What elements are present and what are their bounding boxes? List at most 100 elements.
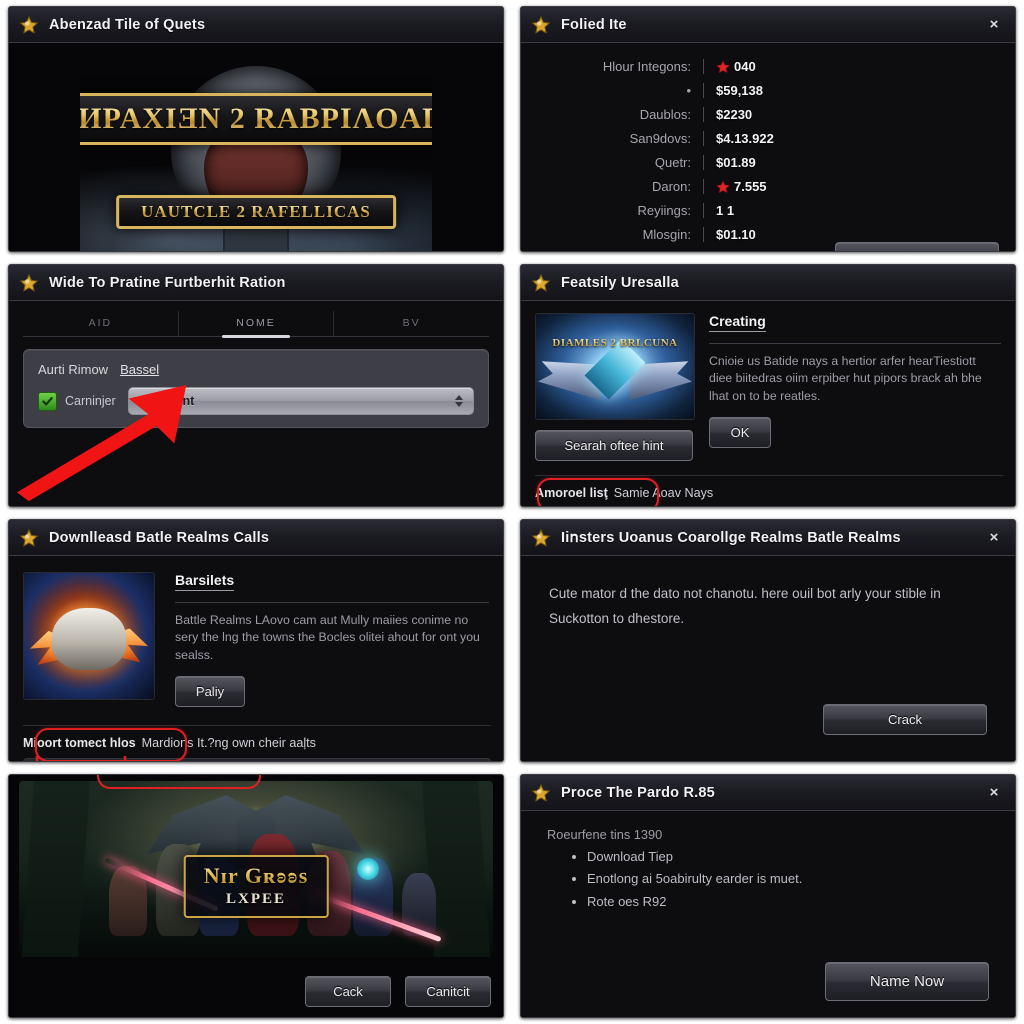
banner-sub-title: UAUTCLE 2 RAFELLICAS xyxy=(116,194,396,229)
panel-title: Downlleasd Batle Realms Calls xyxy=(49,529,270,546)
download-sublist: Mioort tomect hlos Mardions It.?ng own c… xyxy=(23,725,491,761)
stat-label: Hlour Integons: xyxy=(602,59,691,74)
titlebar-download: Downlleasd Batle Realms Calls xyxy=(9,520,503,556)
search-hint-button[interactable]: Searah oftee hint xyxy=(535,430,693,461)
requirements-list: Download Tiep Enotlong ai 5oabirulty ear… xyxy=(547,846,989,913)
cell-folded: Folied Ite × Hlour Integons: 040 • $59,1… xyxy=(512,0,1024,258)
sublist-heading-rest: Mardions It.?ng own cheir aaļts xyxy=(141,736,316,751)
tab-aid[interactable]: AID xyxy=(23,311,178,336)
cell-artwork: Nɪr Gʀʚʚs LXPEE Cack Canitcit xyxy=(0,768,512,1024)
star-badge-icon xyxy=(19,15,39,35)
star-badge-icon xyxy=(531,273,551,293)
stat-label: Reyiings: xyxy=(637,203,691,218)
client-select[interactable]: Adti Ciint xyxy=(127,387,474,415)
stat-row: • $59,138 xyxy=(535,83,1001,98)
panel-artwork: Nɪr Gʀʚʚs LXPEE Cack Canitcit xyxy=(8,774,504,1018)
ok-button[interactable]: OK xyxy=(709,417,771,449)
stat-label: Daron: xyxy=(651,179,691,194)
thumbnail-logo-text: DIAMLES 2 BRLCUNA xyxy=(552,337,678,350)
close-icon[interactable]: × xyxy=(983,17,1005,32)
artwork-logo-line1: Nɪr Gʀʚʚs xyxy=(203,862,309,888)
uresalla-sublist: Amoroel lisţ Samie Aoav Nays Mlour Rdard xyxy=(535,475,1003,506)
sublist-heading: Amoroel lisţ Samie Aoav Nays xyxy=(535,486,1003,500)
star-badge-icon xyxy=(19,273,39,293)
quest-banner-image: IИPAXIƎN 2 RABPIΛOAП UAUTCLE 2 RAFELLICA… xyxy=(9,43,503,251)
select-value: Adti Ciint xyxy=(138,394,195,408)
body-uresalla: DIAMLES 2 BRLCUNA Searah oftee hint Crea… xyxy=(521,301,1015,506)
stat-value: $59,138 xyxy=(716,83,763,98)
red-star-icon xyxy=(716,179,730,193)
sublist-heading: Mioort tomect hlos Mardions It.?ng own c… xyxy=(23,736,491,750)
clack-button[interactable]: Clack xyxy=(835,242,999,251)
stats-list: Hlour Integons: 040 • $59,138 Daublos: $… xyxy=(521,43,1015,251)
body-ration: AID NOME BV Aurti Rimow Bassel Carninjer… xyxy=(9,301,503,506)
cell-uresalla: Featsily Uresalla DIAMLES 2 BRLCUNA Sear… xyxy=(512,258,1024,513)
download-media: Barsilets Battle Realms LAovo cam aut Mu… xyxy=(9,556,503,717)
requirements-lead: Roeurfene tins 1390 xyxy=(547,827,663,842)
panel-folded: Folied Ite × Hlour Integons: 040 • $59,1… xyxy=(520,6,1016,252)
titlebar-folded: Folied Ite × xyxy=(521,7,1015,43)
close-icon[interactable]: × xyxy=(983,785,1005,800)
field-link[interactable]: Bassel xyxy=(120,362,159,377)
stat-row: Daron: 7.555 xyxy=(535,179,1001,194)
panel-title: Iiոsters Uoanus Coarollge Realms Batle R… xyxy=(561,529,901,546)
stat-label: • xyxy=(686,83,691,98)
tab-nome[interactable]: NOME xyxy=(177,311,334,338)
stat-value: $01.10 xyxy=(716,227,756,242)
stat-row: Quetr: $01.89 xyxy=(535,155,1001,170)
checkbox-label: Carninjer xyxy=(65,394,116,408)
titlebar-quests: Abenzad Tile of Quets xyxy=(9,7,503,43)
stat-value: $2230 xyxy=(716,107,753,122)
cell-ration: Wide To Pratine Furtberhit Ration AID NO… xyxy=(0,258,512,513)
close-icon[interactable]: × xyxy=(983,530,1005,545)
titlebar-ration: Wide To Pratine Furtberhit Ration xyxy=(9,265,503,301)
artwork-footer: Cack Canitcit xyxy=(305,976,491,1007)
panel-title: Abenzad Tile of Quets xyxy=(49,16,206,33)
stat-row: Reyiings: 1 1 xyxy=(535,203,1001,218)
star-badge-icon xyxy=(531,15,551,35)
check-icon xyxy=(42,396,53,406)
panel-uresalla: Featsily Uresalla DIAMLES 2 BRLCUNA Sear… xyxy=(520,264,1016,507)
section-body: Battle Realms LAovo cam aut Mully maiies… xyxy=(175,613,480,662)
star-badge-icon xyxy=(531,528,551,548)
creature-thumbnail xyxy=(23,572,155,700)
list-item: Rote oes R92 xyxy=(587,891,989,913)
stat-label: Quetr: xyxy=(654,155,691,170)
body-artwork: Nɪr Gʀʚʚs LXPEE Cack Canitcit xyxy=(9,775,503,1017)
panel-requirements: Proce The Pardo R.85 × Roeurfene tins 13… xyxy=(520,774,1016,1018)
cancel-button[interactable]: Canitcit xyxy=(405,976,491,1007)
stat-value: 7.555 xyxy=(716,179,767,194)
body-quests: IИPAXIƎN 2 RABPIΛOAП UAUTCLE 2 RAFELLICA… xyxy=(9,43,503,251)
name-now-button[interactable]: Name Now xyxy=(825,962,989,1001)
stat-value: 040 xyxy=(716,59,756,74)
section-heading: Creating xyxy=(709,313,766,332)
stat-label: San9dovs: xyxy=(629,131,691,146)
tab-bv[interactable]: BV xyxy=(333,311,489,336)
artwork-logo-line2: LXPEE xyxy=(225,890,287,907)
titlebar-uresalla: Featsily Uresalla xyxy=(521,265,1015,301)
stat-row: Mlosgin: $01.10 xyxy=(535,227,1001,242)
cell-requirements: Proce The Pardo R.85 × Roeurfene tins 13… xyxy=(512,768,1024,1024)
stat-row: Daublos: $2230 xyxy=(535,107,1001,122)
panel-download: Downlleasd Batle Realms Calls Barsilets … xyxy=(8,519,504,762)
back-button[interactable]: Cack xyxy=(305,976,391,1007)
stat-label: Mlosgin: xyxy=(642,227,691,242)
panel-title: Folied Ite xyxy=(561,16,627,33)
play-button[interactable]: Paliy xyxy=(175,676,245,708)
list-item[interactable]: Downlloear IS a Srace ' TM Reahoms xyxy=(23,758,491,761)
section-body: Cnioie us Batide nays a hertior arfer he… xyxy=(709,354,982,403)
message-text: Cute mator d the dato not chanotu. here … xyxy=(549,586,941,626)
crack-button[interactable]: Crack xyxy=(823,704,987,735)
star-badge-icon xyxy=(19,528,39,548)
artwork-logo: Nɪr Gʀʚʚs LXPEE xyxy=(183,854,329,918)
body-coarollge: Cute mator d the dato not chanotu. here … xyxy=(521,556,1015,761)
body-requirements: Roeurfene tins 1390 Download Tiep Enotlo… xyxy=(521,811,1015,1017)
banner-main-title: IИPAXIƎN 2 RABPIΛOAП xyxy=(80,92,432,145)
panel-title: Proce The Pardo R.85 xyxy=(561,784,715,801)
body-download: Barsilets Battle Realms LAovo cam aut Mu… xyxy=(9,556,503,761)
stat-value: $4.13.922 xyxy=(716,131,774,146)
cell-download: Downlleasd Batle Realms Calls Barsilets … xyxy=(0,513,512,768)
settings-box: Aurti Rimow Bassel Carninjer Adti Ciint xyxy=(23,349,489,428)
sublist-heading-strong: Mioort tomect hlos xyxy=(23,736,136,751)
carninjer-checkbox[interactable] xyxy=(38,391,57,411)
